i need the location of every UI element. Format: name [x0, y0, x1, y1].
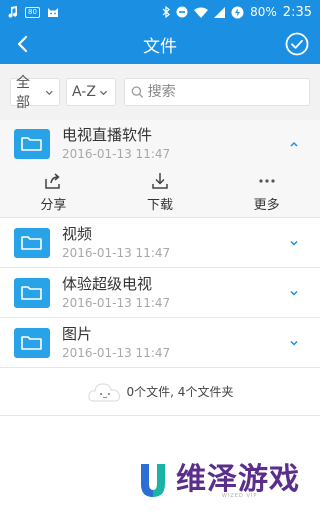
item-name: 图片	[62, 325, 93, 343]
download-label: 下载	[147, 198, 174, 213]
cloud-mascot-icon	[87, 382, 120, 401]
download-button[interactable]: 下载	[107, 167, 214, 217]
watermark-text: 维泽游戏	[176, 462, 300, 497]
folder-icon	[14, 277, 50, 308]
share-label: 分享	[40, 198, 67, 213]
item-name: 体验超级电视	[62, 275, 153, 293]
filter-bar: 全部 A-Z	[0, 64, 320, 120]
folder-icon	[14, 128, 50, 159]
clock: 2:35	[282, 4, 312, 20]
more-button[interactable]: 更多	[213, 167, 320, 217]
do-not-disturb-icon	[176, 6, 188, 18]
list-item[interactable]: 电视直播软件 2016-01-13 11:47	[0, 120, 320, 167]
action-row: 分享 下载 更多	[0, 167, 320, 218]
chevron-down-icon[interactable]	[288, 287, 300, 299]
signal-icon	[214, 6, 226, 18]
more-icon	[259, 179, 275, 183]
chevron-down-icon	[99, 90, 108, 95]
more-label: 更多	[253, 198, 280, 213]
sort-select-value: A-Z	[72, 84, 96, 100]
item-date: 2016-01-13 11:47	[62, 246, 171, 260]
summary-text: 0个文件, 4个文件夹	[126, 385, 234, 399]
watermark-subtext: WIZED VIP	[222, 493, 258, 499]
wifi-icon	[194, 7, 209, 18]
search-box[interactable]	[124, 78, 310, 106]
item-date: 2016-01-13 11:47	[62, 296, 171, 310]
back-arrow-icon[interactable]	[12, 32, 36, 56]
status-bar: 80 80% 2:35	[0, 0, 320, 24]
item-name: 电视直播软件	[62, 126, 153, 144]
item-name: 视频	[62, 225, 93, 243]
item-date: 2016-01-13 11:47	[62, 147, 171, 161]
app-bar: 文件	[0, 24, 320, 64]
chevron-down-icon	[46, 90, 54, 95]
folder-icon	[14, 327, 50, 358]
box-80-icon: 80	[25, 6, 40, 18]
check-circle-icon[interactable]	[284, 31, 310, 57]
chevron-down-icon[interactable]	[288, 237, 300, 249]
list-item[interactable]: 图片 2016-01-13 11:47	[0, 318, 320, 368]
watermark-logo-icon	[141, 464, 165, 497]
page-title: 文件	[143, 36, 177, 57]
item-date: 2016-01-13 11:47	[62, 346, 171, 360]
scope-select-value: 全部	[16, 75, 30, 111]
scope-select[interactable]: 全部	[10, 75, 60, 111]
chevron-up-icon[interactable]	[288, 138, 300, 150]
search-input[interactable]	[147, 84, 303, 100]
music-note-icon	[8, 6, 18, 18]
share-icon	[45, 173, 61, 189]
share-button[interactable]: 分享	[0, 167, 107, 217]
watermark: 维泽游戏 WIZED VIP	[138, 460, 300, 500]
list-item[interactable]: 视频 2016-01-13 11:47	[0, 218, 320, 268]
search-icon	[131, 86, 144, 98]
cat-icon	[47, 7, 59, 18]
sort-select[interactable]: A-Z	[66, 78, 116, 106]
file-summary: 0个文件, 4个文件夹	[0, 368, 320, 416]
download-icon	[152, 173, 168, 189]
list-item[interactable]: 体验超级电视 2016-01-13 11:47	[0, 268, 320, 318]
battery-saver-icon	[231, 6, 244, 19]
folder-icon	[14, 227, 50, 258]
bluetooth-icon	[162, 6, 171, 18]
battery-level: 80%	[250, 5, 277, 19]
chevron-down-icon[interactable]	[288, 337, 300, 349]
